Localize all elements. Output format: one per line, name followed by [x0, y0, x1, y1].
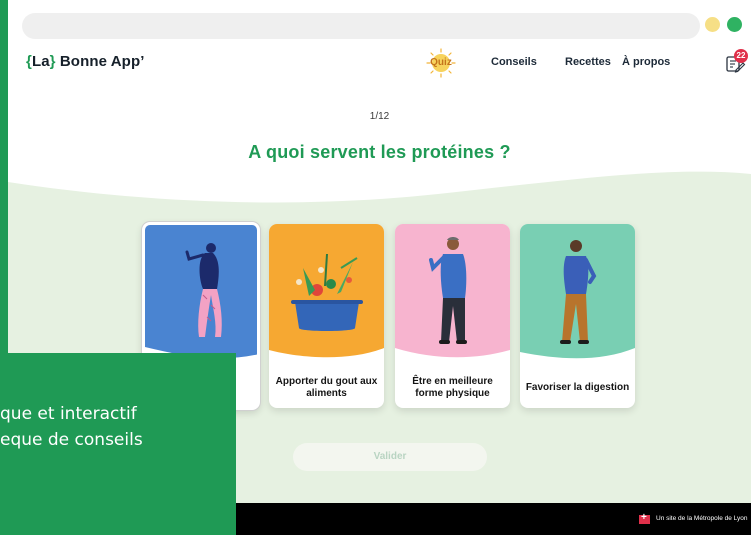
promo-line-1: que et interactif [0, 404, 137, 424]
footer-credit[interactable]: Un site de la Métropole de Lyon [656, 515, 748, 522]
lyon-flag-icon [639, 512, 650, 524]
site-header: {La} Bonne App’ Quiz Conseils Recettes À… [8, 44, 751, 84]
nav-quiz-label: Quiz [430, 57, 452, 68]
nav-recettes[interactable]: Recettes [565, 56, 611, 68]
answer-card-3[interactable]: Être en meilleure forme physique [395, 224, 510, 408]
nav-quiz[interactable]: Quiz [426, 48, 456, 78]
answer-card-2[interactable]: Apporter du gout aux aliments [269, 224, 384, 408]
site-logo[interactable]: {La} Bonne App’ [26, 53, 144, 70]
notification-badge: 22 [734, 49, 748, 63]
answer-card-4[interactable]: Favoriser la digestion [520, 224, 635, 408]
quiz-progress: 1/12 [369, 111, 390, 122]
answer-illustration-3 [395, 224, 510, 374]
window-dot-yellow[interactable] [705, 17, 720, 32]
browser-toolbar [8, 0, 751, 50]
notifications-button[interactable]: 22 [724, 49, 748, 74]
logo-la: La [31, 53, 50, 70]
answer-label-4: Favoriser la digestion [525, 382, 630, 393]
promo-overlay: que et interactif eque de conseils [0, 353, 236, 535]
logo-name: Bonne App’ [59, 53, 145, 70]
answer-illustration-4 [520, 224, 635, 374]
quiz-question: A quoi servent les protéines ? [248, 142, 511, 162]
answer-label-3: Être en meilleure forme physique [412, 376, 493, 399]
site-footer: Un site de la Métropole de Lyon [236, 503, 751, 535]
address-bar[interactable] [22, 13, 700, 39]
logo-brace-close: } [49, 53, 56, 70]
answer-label-2: Apporter du gout aux aliments [275, 376, 378, 399]
window-dot-green[interactable] [727, 17, 742, 32]
nav-a-propos[interactable]: À propos [622, 56, 670, 68]
answer-illustration-2 [269, 224, 384, 374]
validate-button[interactable]: Valider [293, 443, 487, 471]
nav-conseils[interactable]: Conseils [491, 56, 537, 68]
promo-line-2: eque de conseils [0, 430, 143, 450]
